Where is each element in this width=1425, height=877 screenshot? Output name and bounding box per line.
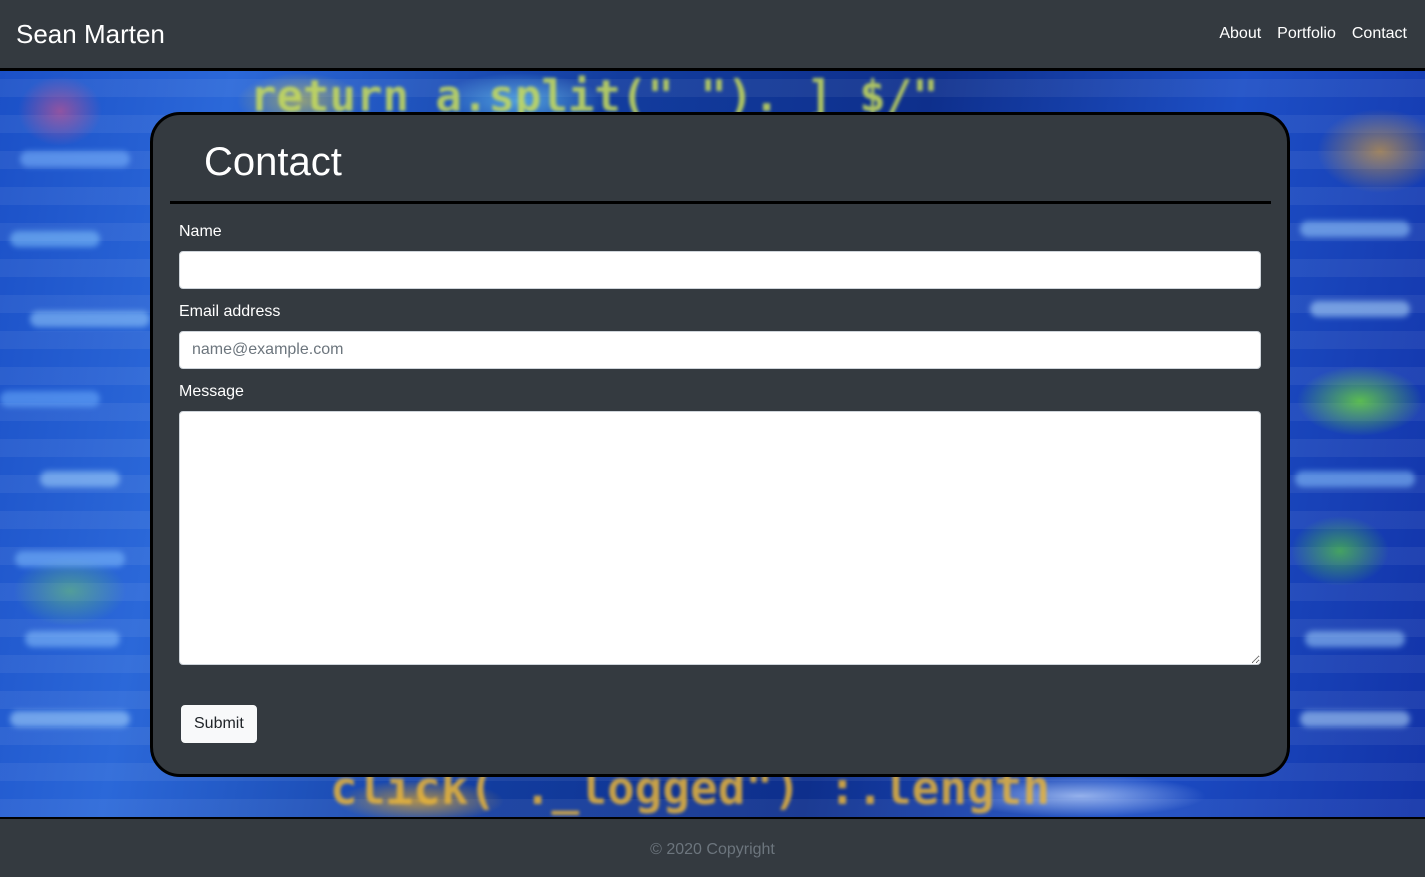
background-streak (0, 391, 100, 407)
background-streak (1310, 301, 1410, 317)
page-title: Contact (204, 140, 342, 184)
background-streak (1295, 471, 1415, 487)
email-label: Email address (179, 303, 281, 320)
background-streak (1300, 711, 1410, 727)
top-navbar: Sean Marten About Portfolio Contact (0, 0, 1425, 71)
background-streak (10, 711, 130, 727)
brand-link[interactable]: Sean Marten (16, 17, 165, 51)
message-label: Message (179, 383, 244, 400)
copyright-text: © 2020 Copyright (650, 841, 775, 858)
background-streak (30, 311, 150, 327)
email-input[interactable] (179, 331, 1261, 369)
nav-link-about[interactable]: About (1211, 23, 1269, 45)
footer: © 2020 Copyright (0, 817, 1425, 877)
nav-link-portfolio[interactable]: Portfolio (1269, 23, 1344, 45)
title-divider (170, 201, 1271, 204)
background-streak (10, 231, 100, 247)
background-streak (20, 151, 130, 167)
background-streak (15, 551, 125, 567)
name-label: Name (179, 223, 222, 240)
background-streak (1305, 631, 1405, 647)
background-streak (1300, 221, 1410, 237)
background-streak (40, 471, 120, 487)
submit-button[interactable]: Submit (181, 705, 257, 743)
name-input[interactable] (179, 251, 1261, 289)
nav-link-contact[interactable]: Contact (1344, 23, 1415, 45)
background-streak (25, 631, 120, 647)
contact-card: Contact Name Email address Message Submi… (150, 112, 1290, 777)
message-textarea[interactable] (179, 411, 1261, 665)
nav-links: About Portfolio Contact (1211, 23, 1415, 45)
